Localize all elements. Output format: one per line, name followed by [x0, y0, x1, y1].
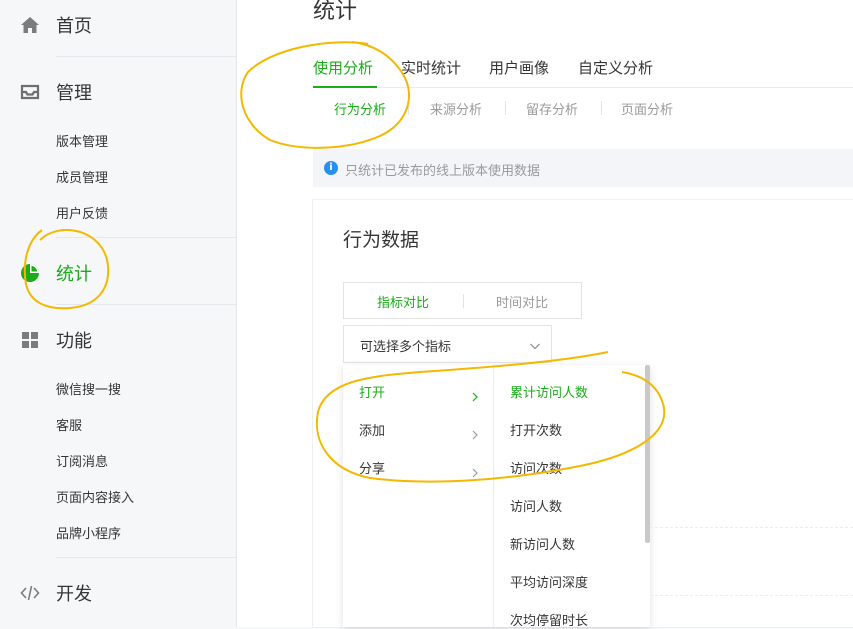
sidebar-subitem-content[interactable]: 页面内容接入 — [56, 487, 134, 506]
subtab-page[interactable]: 页面分析 — [621, 99, 673, 118]
card-title: 行为数据 — [343, 229, 420, 251]
chevron-right-icon — [470, 425, 480, 440]
chevron-right-icon — [470, 463, 480, 478]
dropdown-metric-item[interactable]: 打开次数 — [510, 420, 562, 439]
divider — [601, 101, 602, 115]
info-icon: i — [324, 161, 338, 175]
segment-time-compare[interactable]: 时间对比 — [496, 292, 548, 311]
metric-dropdown: 打开 添加 分享 累计访问人数 打开次数 访问次数 访问人数 新访问人数 平均访… — [343, 365, 650, 629]
dropdown-group-add[interactable]: 添加 — [359, 420, 385, 439]
sidebar-subitem-feedback[interactable]: 用户反馈 — [56, 203, 108, 222]
divider — [505, 101, 506, 115]
divider — [56, 56, 237, 57]
sidebar-item-label: 功能 — [56, 331, 92, 352]
page-title: 统计 — [313, 0, 358, 24]
chevron-down-icon — [529, 337, 541, 350]
sidebar-subitem-brand[interactable]: 品牌小程序 — [56, 523, 121, 542]
tab-active-indicator — [313, 86, 377, 88]
dropdown-metric-item[interactable]: 平均访问深度 — [510, 572, 588, 591]
sidebar-item-label: 管理 — [56, 83, 92, 104]
chart-gridline — [650, 595, 853, 596]
metric-select[interactable]: 可选择多个指标 — [343, 325, 552, 363]
sidebar-subitem-members[interactable]: 成员管理 — [56, 167, 108, 186]
sidebar-item-stats[interactable]: 统计 — [20, 260, 92, 286]
dropdown-metric-item[interactable]: 次均停留时长 — [510, 610, 588, 629]
dropdown-metric-item[interactable]: 累计访问人数 — [510, 382, 588, 401]
grid-icon — [20, 330, 40, 350]
sidebar-item-features[interactable]: 功能 — [20, 327, 92, 353]
sidebar-item-label: 统计 — [56, 264, 92, 285]
dropdown-metric-item[interactable]: 新访问人数 — [510, 534, 575, 553]
dropdown-metric-item[interactable]: 访问人数 — [510, 496, 562, 515]
dropdown-metric-item[interactable]: 访问次数 — [510, 458, 562, 477]
behavior-card: 行为数据 指标对比 时间对比 可选择多个指标 打开 添加 分享 累计访问人数 打… — [313, 200, 853, 629]
notice-text: 只统计已发布的线上版本使用数据 — [345, 164, 541, 179]
sidebar-item-dev[interactable]: 开发 — [20, 580, 92, 606]
tabs-border — [313, 87, 853, 88]
divider — [56, 557, 237, 558]
dropdown-group-column — [343, 365, 494, 627]
subtab-source[interactable]: 来源分析 — [430, 99, 482, 118]
tab-usage-analysis[interactable]: 使用分析 — [313, 57, 373, 78]
subtab-retention[interactable]: 留存分析 — [526, 99, 578, 118]
compare-segment: 指标对比 时间对比 — [343, 282, 582, 319]
dropdown-scrollbar[interactable] — [645, 365, 650, 543]
sidebar: 首页 管理 版本管理 成员管理 用户反馈 统计 功能 微信搜一搜 客服 订阅消息… — [0, 0, 237, 627]
dropdown-group-share[interactable]: 分享 — [359, 458, 385, 477]
divider — [56, 304, 237, 305]
sidebar-subitem-search[interactable]: 微信搜一搜 — [56, 379, 121, 398]
sidebar-subitem-subscribe[interactable]: 订阅消息 — [56, 451, 108, 470]
tab-realtime-stats[interactable]: 实时统计 — [401, 57, 461, 78]
tab-custom-analysis[interactable]: 自定义分析 — [578, 57, 653, 78]
divider — [56, 237, 237, 238]
divider — [408, 101, 409, 115]
sidebar-subitem-service[interactable]: 客服 — [56, 415, 82, 434]
sidebar-subitem-version[interactable]: 版本管理 — [56, 131, 108, 150]
chart-gridline — [650, 527, 853, 528]
segment-metric-compare[interactable]: 指标对比 — [377, 292, 429, 311]
notice-bar: i 只统计已发布的线上版本使用数据 — [313, 149, 853, 187]
sidebar-item-label: 首页 — [56, 16, 92, 37]
chevron-right-icon — [470, 387, 480, 402]
subtab-behavior[interactable]: 行为分析 — [334, 99, 386, 118]
sidebar-item-home[interactable]: 首页 — [20, 12, 92, 38]
divider — [463, 294, 464, 308]
inbox-icon — [20, 82, 40, 102]
pie-chart-icon — [20, 263, 40, 283]
sidebar-item-manage[interactable]: 管理 — [20, 79, 92, 105]
tab-user-portrait[interactable]: 用户画像 — [489, 57, 549, 78]
select-placeholder: 可选择多个指标 — [360, 340, 452, 355]
sidebar-item-label: 开发 — [56, 584, 92, 605]
home-icon — [20, 15, 40, 35]
dropdown-group-open[interactable]: 打开 — [359, 382, 385, 401]
code-icon — [20, 583, 40, 603]
